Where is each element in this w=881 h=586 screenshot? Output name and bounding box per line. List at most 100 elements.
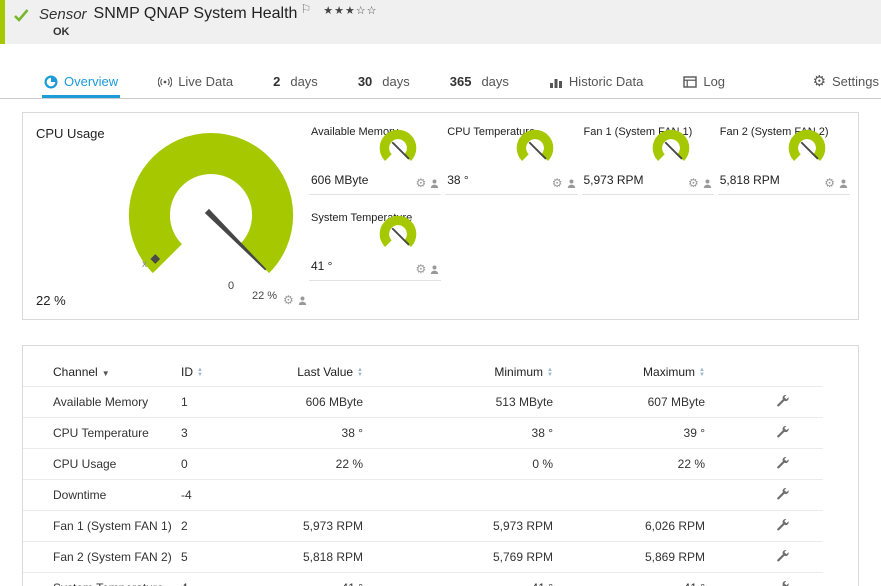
maximum-value: 5,869 RPM <box>644 550 705 564</box>
column-header-minimum[interactable]: Minimum ▲ ▼ <box>371 358 561 387</box>
gear-icon[interactable]: ⚙ <box>283 294 294 306</box>
maximum-value: 6,026 RPM <box>644 519 705 533</box>
gear-icon[interactable]: ⚙ <box>552 177 563 189</box>
tab-label: days <box>290 74 318 89</box>
sensor-header: Sensor SNMP QNAP System Health ⚐ ★★★☆☆ O… <box>0 0 881 44</box>
minimum-value: 5,769 RPM <box>492 550 553 564</box>
gauge-value: 606 MByte <box>311 173 369 187</box>
channel-name[interactable]: Available Memory <box>23 387 173 418</box>
wrench-icon[interactable] <box>776 580 789 586</box>
gauge-min-marker-label: x <box>142 259 147 270</box>
minimum-value: 513 MByte <box>495 395 553 409</box>
wrench-icon[interactable] <box>776 518 789 531</box>
sort-icon[interactable]: ▲ ▼ <box>547 367 553 378</box>
channel-name[interactable]: Downtime <box>23 480 173 511</box>
user-icon[interactable] <box>430 179 439 188</box>
gauge-dial <box>652 129 689 161</box>
maximum-value <box>561 480 713 511</box>
maximum-value: 39 ° <box>683 426 705 440</box>
mini-gauges-grid: Available Memory 606 MByte ⚙ CPU Tempera… <box>309 125 850 281</box>
gear-icon[interactable]: ⚙ <box>415 263 426 275</box>
channel-name[interactable]: Fan 2 (System FAN 2) <box>23 542 173 573</box>
gauge-scale-max: 22 % <box>252 290 278 302</box>
minimum-value: 5,973 RPM <box>492 519 553 533</box>
minimum-value: 0 % <box>532 457 553 471</box>
user-icon[interactable] <box>298 296 307 305</box>
tab-live-data[interactable]: Live Data <box>156 67 235 98</box>
table-row: Downtime -4 <box>23 479 823 511</box>
last-value <box>253 480 371 511</box>
cpu-usage-gauge <box>128 133 294 274</box>
last-value: 606 MByte <box>305 395 363 409</box>
tab-label: days <box>382 74 410 89</box>
mini-gauge-available-memory: Available Memory 606 MByte ⚙ <box>309 125 442 195</box>
tab-label: Live Data <box>178 74 234 89</box>
wrench-icon[interactable] <box>776 549 789 562</box>
channel-name[interactable]: CPU Usage <box>23 449 173 480</box>
last-value: 41 ° <box>253 573 371 586</box>
gear-icon[interactable]: ⚙ <box>824 177 835 189</box>
table-row: CPU Usage 0 22 % 0 % 22 % <box>23 448 823 480</box>
user-icon[interactable] <box>703 179 712 188</box>
gauge-dial <box>788 129 826 161</box>
gauge-dial <box>380 215 417 247</box>
gauge-scale-min: 0 <box>228 280 235 292</box>
column-label: Minimum <box>494 365 544 379</box>
gear-icon[interactable]: ⚙ <box>688 177 699 189</box>
sensor-kind-label: Sensor <box>39 5 87 23</box>
table-row: Available Memory 1 606 MByte 513 MByte 6… <box>23 386 823 418</box>
table-header-row: Channel ▼ ID ▲ ▼ Last Value ▲ ▼ Minimum ▲ ▼ Max… <box>23 358 823 387</box>
tab-bar: Overview Live Data 2 days 30 days 365 da… <box>0 66 881 99</box>
sort-desc-icon[interactable]: ▼ <box>102 369 110 378</box>
sort-icon[interactable]: ▲ ▼ <box>699 367 705 378</box>
wrench-icon[interactable] <box>776 456 789 469</box>
gear-icon[interactable]: ⚙ <box>415 177 426 189</box>
wrench-icon[interactable] <box>776 394 789 407</box>
column-label: Maximum <box>643 365 696 379</box>
column-label: ID <box>181 365 193 379</box>
tab-2-days[interactable]: 2 days <box>271 67 320 98</box>
table-row: CPU Temperature 3 38 ° 38 ° 39 ° <box>23 417 823 449</box>
minimum-value: 38 ° <box>531 426 553 440</box>
user-icon[interactable] <box>430 265 439 274</box>
last-value: 38 ° <box>341 426 363 440</box>
gauge-value: 38 ° <box>447 173 469 187</box>
last-value: 22 % <box>335 457 363 471</box>
maximum-value: 41 ° <box>561 573 713 586</box>
flag-icon[interactable]: ⚐ <box>300 2 311 16</box>
live-data-icon <box>158 76 173 87</box>
wrench-icon[interactable] <box>776 487 789 500</box>
tab-overview[interactable]: Overview <box>42 67 121 98</box>
gauge-value: 5,973 RPM <box>583 173 644 187</box>
column-header-last-value[interactable]: Last Value ▲ ▼ <box>253 358 371 387</box>
sort-icon[interactable]: ▲ ▼ <box>197 367 203 378</box>
gauges-panel: CPU Usage x 0 22 % 22 % ⚙ Available Memo… <box>22 112 859 320</box>
channel-id: 2 <box>181 519 188 533</box>
channel-name[interactable]: CPU Temperature <box>23 418 173 449</box>
wrench-icon[interactable] <box>776 425 789 438</box>
column-header-actions <box>713 358 823 387</box>
sort-icon[interactable]: ▲ ▼ <box>357 367 363 378</box>
column-header-maximum[interactable]: Maximum ▲ ▼ <box>561 358 713 387</box>
channel-id: 1 <box>181 395 188 409</box>
column-header-id[interactable]: ID ▲ ▼ <box>173 358 253 387</box>
channel-name[interactable]: System Temperature <box>23 573 173 586</box>
maximum-value: 607 MByte <box>647 395 705 409</box>
channel-name[interactable]: Fan 1 (System FAN 1) <box>23 511 173 542</box>
column-header-channel[interactable]: Channel ▼ <box>23 358 173 387</box>
main-gauge-title: CPU Usage <box>36 126 105 141</box>
priority-stars[interactable]: ★★★☆☆ <box>323 4 377 17</box>
tab-365-days[interactable]: 365 days <box>448 67 511 98</box>
channel-id: 3 <box>181 426 188 440</box>
tab-historic-data[interactable]: Historic Data <box>547 67 645 98</box>
user-icon[interactable] <box>567 179 576 188</box>
user-icon[interactable] <box>839 179 848 188</box>
minimum-value <box>371 480 561 511</box>
tab-settings[interactable]: ⚙ Settings <box>811 67 881 98</box>
ok-check-icon <box>14 9 29 22</box>
status-badge: OK <box>53 26 70 38</box>
tab-30-days[interactable]: 30 days <box>356 67 412 98</box>
gauge-dial <box>516 129 553 161</box>
tab-log[interactable]: Log <box>681 67 727 98</box>
page-title: SNMP QNAP System Health <box>93 5 298 22</box>
